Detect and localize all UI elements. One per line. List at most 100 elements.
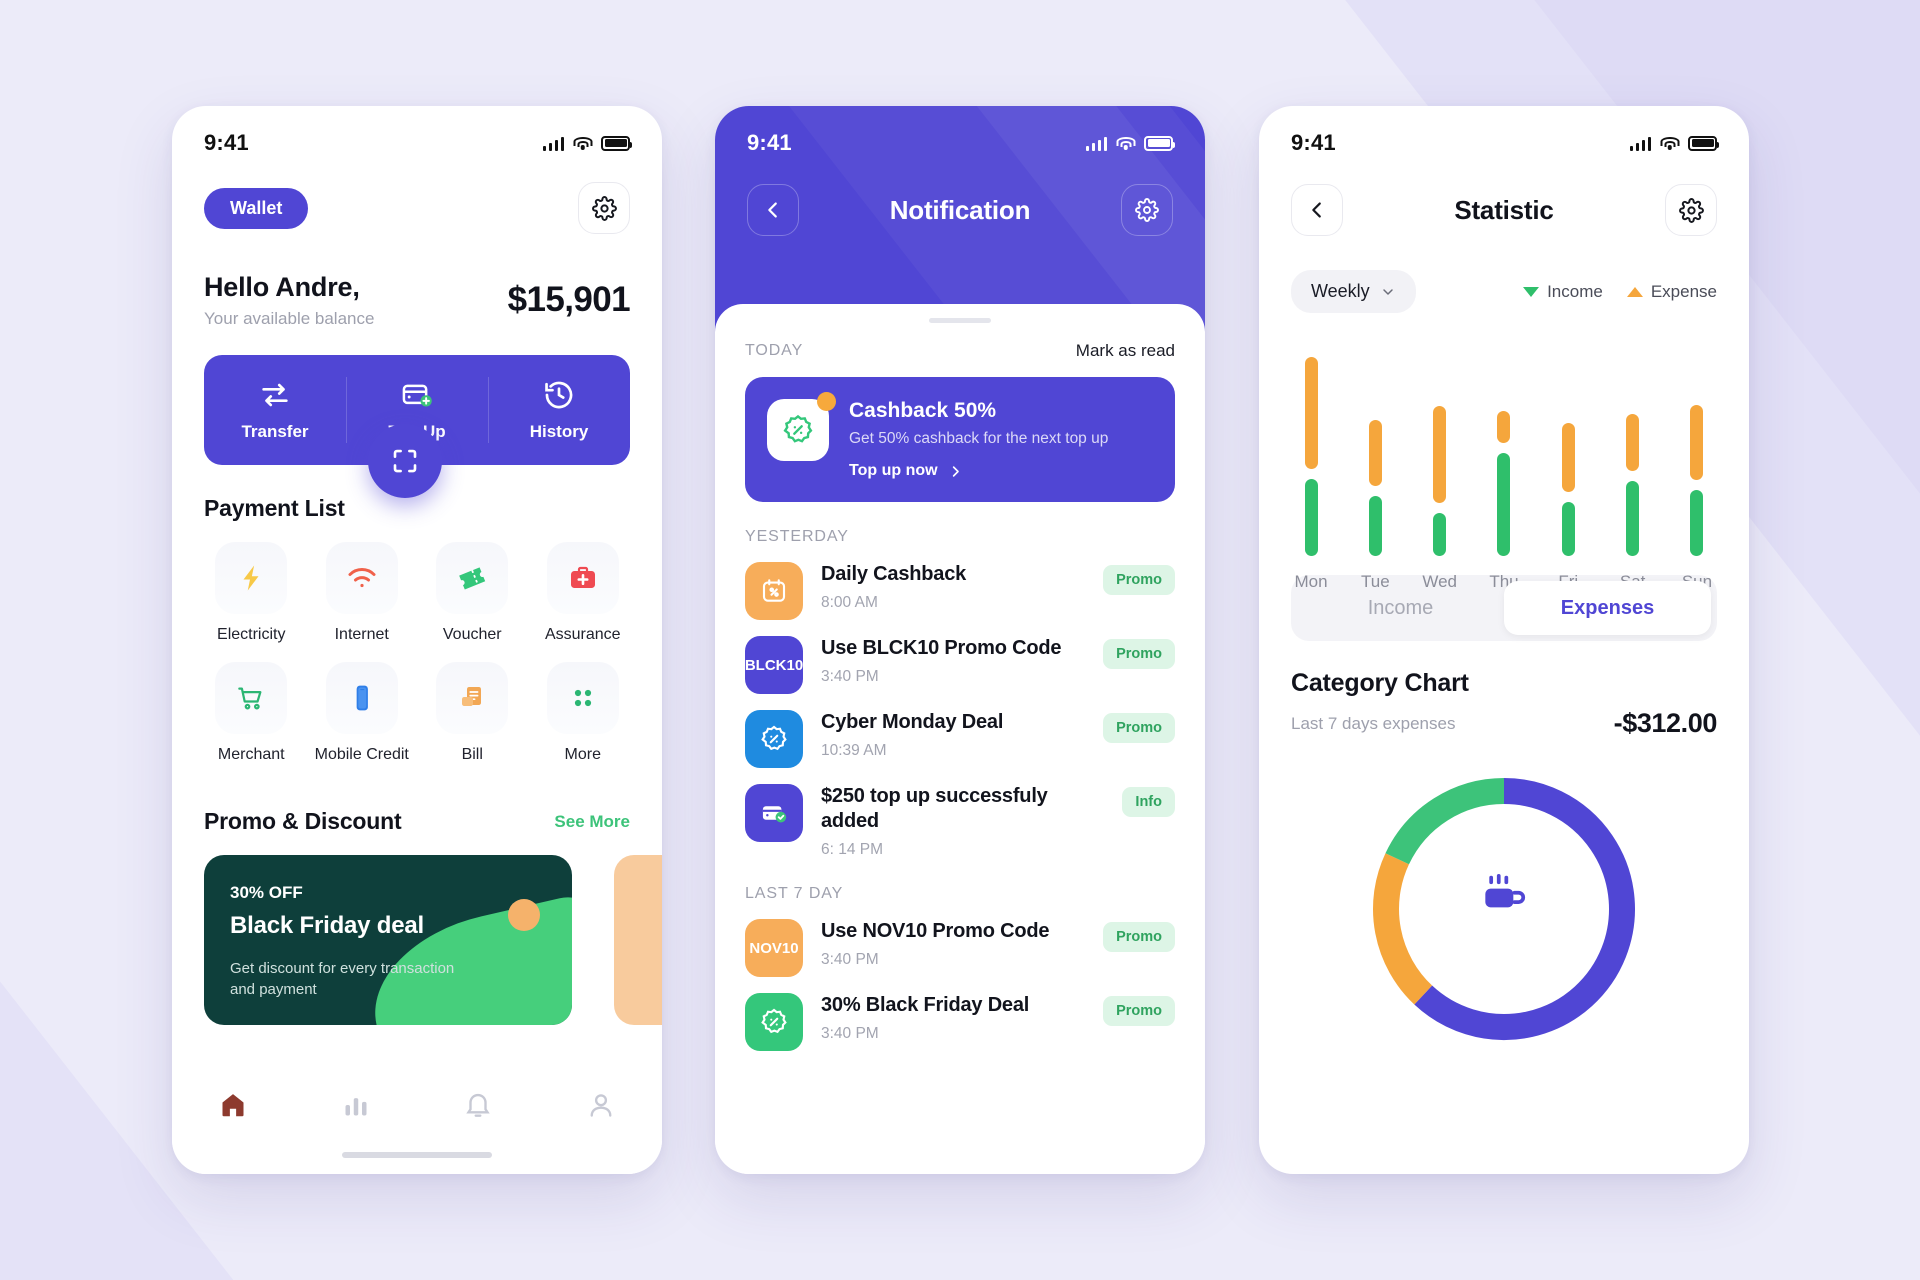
notification-title: 30% Black Friday Deal <box>821 994 1030 1016</box>
payment-item-more[interactable]: More <box>528 662 639 778</box>
wallet-chip[interactable]: Wallet <box>204 187 309 229</box>
battery-icon <box>1688 135 1719 151</box>
promo-subtitle: Get discount for every transaction and p… <box>230 960 455 998</box>
payment-item-mobile-credit[interactable]: Mobile Credit <box>307 662 418 778</box>
legend-label: Expense <box>1650 281 1717 301</box>
phone-screen-wallet-home: 9:41 Wallet Hello Andre, Your available … <box>172 106 662 1174</box>
bar-segment-income <box>1497 453 1511 556</box>
card-check-icon <box>762 806 787 823</box>
payment-list-grid: Electricity Internet Voucher Assurance M… <box>172 522 662 778</box>
notification-icon <box>745 562 803 620</box>
tab-profile[interactable] <box>540 1090 663 1120</box>
settings-button[interactable] <box>1121 184 1173 236</box>
action-transfer[interactable]: Transfer <box>204 355 346 465</box>
gear-icon <box>591 195 617 221</box>
action-transfer-label: Transfer <box>241 422 309 441</box>
chevron-left-icon <box>1312 202 1321 218</box>
tab-statistics[interactable] <box>295 1090 418 1120</box>
bar-segment-income <box>1561 502 1575 556</box>
coffee-cup-glyph <box>1485 873 1526 908</box>
cashback-cta[interactable]: Top up now <box>849 462 1108 480</box>
cashback-subtitle: Get 50% cashback for the next top up <box>849 430 1109 447</box>
settings-button[interactable] <box>1665 184 1717 236</box>
cashback-text-block: Cashback 50% Get 50% cashback for the ne… <box>849 399 1108 480</box>
payment-item-electricity[interactable]: Electricity <box>196 542 307 658</box>
payment-tile <box>436 542 509 614</box>
action-history[interactable]: History <box>488 355 630 465</box>
mark-as-read-button[interactable]: Mark as read <box>1076 341 1175 361</box>
wifi-icon <box>1660 136 1679 151</box>
segment-expenses[interactable]: Expenses <box>1504 581 1711 635</box>
payment-item-voucher[interactable]: Voucher <box>417 542 528 658</box>
discount-seal-icon <box>783 414 813 443</box>
tab-home[interactable] <box>172 1090 295 1120</box>
bar-group-sat: Sat <box>1613 341 1653 592</box>
segment-income[interactable]: Income <box>1297 581 1504 635</box>
coffee-cup-icon <box>1476 867 1532 928</box>
bar-segment-expense <box>1433 406 1447 503</box>
invoice-icon <box>462 687 482 706</box>
greeting-subtitle: Your available balance <box>204 309 375 328</box>
chevron-right-icon <box>952 465 959 477</box>
notification-row[interactable]: Cyber Monday Deal 10:39 AM Promo <box>745 694 1175 768</box>
status-bar: 9:41 <box>1259 106 1749 158</box>
payment-tile <box>215 662 288 734</box>
payment-item-bill[interactable]: Bill <box>417 662 528 778</box>
wifi-signal-icon <box>348 568 376 588</box>
category-donut-chart <box>1259 739 1749 1055</box>
legend-item-income: Income <box>1523 282 1603 302</box>
see-more-link[interactable]: See More <box>554 812 630 832</box>
period-selector[interactable]: Weekly <box>1291 270 1416 313</box>
notification-body: Use BLCK10 Promo Code 3:40 PM <box>821 636 1085 686</box>
promo-card-next[interactable] <box>614 855 662 1025</box>
greeting-title: Hello Andre, <box>204 272 360 302</box>
period-label: Weekly <box>1311 281 1370 301</box>
bar-segment-income <box>1368 496 1382 556</box>
shopping-cart-icon <box>238 687 262 710</box>
promo-card-black-friday[interactable]: 30% OFF Black Friday deal Get discount f… <box>204 855 572 1025</box>
payment-label: Assurance <box>544 626 621 643</box>
payment-item-assurance[interactable]: Assurance <box>528 542 639 658</box>
notification-row[interactable]: NOV10 Use NOV10 Promo Code 3:40 PM Promo <box>745 903 1175 977</box>
bar-group-thu: Thu <box>1484 341 1524 592</box>
discount-seal-icon <box>761 725 787 751</box>
payment-label: Mobile Credit <box>314 746 409 763</box>
notification-row[interactable]: Daily Cashback 8:00 AM Promo <box>745 546 1175 620</box>
today-label: TODAY <box>745 342 804 359</box>
payment-item-internet[interactable]: Internet <box>307 542 418 658</box>
payment-tile <box>436 662 509 734</box>
bar-group-wed: Wed <box>1420 341 1460 592</box>
promo-code-icon: BLCK10 <box>744 656 804 674</box>
settings-button[interactable] <box>578 182 630 234</box>
payment-label: Voucher <box>442 626 502 643</box>
notification-time: 8:00 AM <box>821 594 878 611</box>
notification-row[interactable]: BLCK10 Use BLCK10 Promo Code 3:40 PM Pro… <box>745 620 1175 694</box>
battery-icon <box>601 135 632 151</box>
notification-row[interactable]: 30% Black Friday Deal 3:40 PM Promo <box>745 977 1175 1051</box>
tab-notifications[interactable] <box>417 1090 540 1120</box>
notification-title: $250 top up successfuly added <box>821 785 1048 832</box>
status-icons <box>542 135 632 151</box>
payment-label: Electricity <box>217 626 286 643</box>
last-7-day-label: LAST 7 DAY <box>745 885 844 902</box>
notification-row[interactable]: $250 top up successfuly added 6: 14 PM I… <box>745 768 1175 859</box>
statistic-navbar: Statistic <box>1259 158 1749 236</box>
notification-navbar: Notification <box>715 158 1205 236</box>
back-button[interactable] <box>747 184 799 236</box>
bar-segment-income <box>1626 481 1640 556</box>
greeting-block: Hello Andre, Your available balance <box>204 272 374 329</box>
wallet-header: Wallet <box>172 158 662 234</box>
cashback-promo-card[interactable]: Cashback 50% Get 50% cashback for the ne… <box>745 377 1175 502</box>
payment-item-merchant[interactable]: Merchant <box>196 662 307 778</box>
scan-qr-button[interactable] <box>368 424 442 498</box>
status-badge: Promo <box>1103 713 1175 743</box>
bar-chart-icon <box>345 1098 367 1116</box>
bar-stack <box>1497 341 1511 556</box>
bar-segment-expense <box>1368 420 1382 486</box>
home-icon <box>222 1094 244 1117</box>
notification-body: Daily Cashback 8:00 AM <box>821 562 1085 612</box>
back-button[interactable] <box>1291 184 1343 236</box>
bar-stack <box>1690 341 1704 556</box>
payment-tile <box>215 542 288 614</box>
notification-icon: NOV10 <box>745 919 803 977</box>
